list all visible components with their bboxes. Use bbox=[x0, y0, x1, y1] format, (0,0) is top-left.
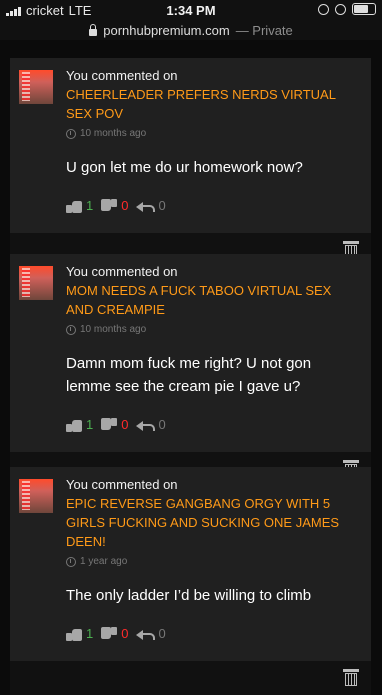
time-text: 10 months ago bbox=[80, 324, 147, 335]
video-title-link[interactable]: CHEERLEADER PREFERS NERDS VIRTUAL SEX PO… bbox=[66, 85, 356, 123]
comment-text: Damn mom fuck me right? U not gon lemme … bbox=[66, 355, 312, 395]
reply-count: 0 bbox=[158, 417, 166, 432]
browser-url-bar[interactable]: pornhubpremium.com — Private bbox=[0, 20, 382, 40]
clock-icon bbox=[66, 556, 76, 567]
comment-time: 1 year ago bbox=[66, 556, 371, 567]
comment-card-1: You commented on CHEERLEADER PREFERS NER… bbox=[10, 58, 371, 267]
reply-count: 0 bbox=[158, 198, 166, 213]
commented-label: You commented on bbox=[66, 477, 178, 492]
comment-card-3: You commented on EPIC REVERSE GANGBANG O… bbox=[10, 467, 371, 695]
status-icons bbox=[318, 3, 376, 15]
like-button[interactable]: 1 bbox=[66, 198, 93, 213]
card-footer bbox=[10, 661, 371, 695]
battery-icon bbox=[352, 3, 376, 15]
like-button[interactable]: 1 bbox=[66, 626, 93, 641]
dislike-count: 0 bbox=[121, 626, 129, 641]
reply-icon bbox=[136, 628, 156, 640]
comment-card-2: You commented on MOM NEEDS A FUCK TABOO … bbox=[10, 254, 371, 486]
video-thumbnail[interactable] bbox=[19, 266, 53, 300]
dislike-button[interactable]: 0 bbox=[101, 198, 128, 213]
card-header: You commented on CHEERLEADER PREFERS NER… bbox=[10, 58, 371, 213]
dislike-count: 0 bbox=[121, 198, 129, 213]
time-text: 1 year ago bbox=[80, 556, 128, 567]
clock-icon bbox=[66, 128, 76, 139]
reply-icon bbox=[136, 200, 156, 212]
video-title-link[interactable]: MOM NEEDS A FUCK TABOO VIRTUAL SEX AND C… bbox=[66, 281, 356, 319]
lock-icon bbox=[89, 23, 98, 36]
thumbs-up-icon bbox=[66, 627, 82, 641]
rotation-lock-icon bbox=[318, 3, 329, 15]
thumbs-up-icon bbox=[66, 418, 82, 432]
like-count: 1 bbox=[86, 198, 94, 213]
url-text: pornhubpremium.com bbox=[103, 22, 230, 38]
time-text: 10 months ago bbox=[80, 128, 147, 139]
reply-count: 0 bbox=[158, 626, 166, 641]
commented-label: You commented on bbox=[66, 68, 178, 83]
headphones-icon bbox=[335, 3, 346, 15]
video-title-link[interactable]: EPIC REVERSE GANGBANG ORGY WITH 5 GIRLS … bbox=[66, 494, 356, 551]
status-bar: cricket LTE 1:34 PM bbox=[0, 0, 382, 20]
video-thumbnail[interactable] bbox=[19, 70, 53, 104]
video-thumbnail[interactable] bbox=[19, 479, 53, 513]
like-count: 1 bbox=[86, 417, 94, 432]
thumbs-down-icon bbox=[101, 418, 117, 432]
comment-actions: 1 0 0 bbox=[66, 626, 371, 641]
reply-button[interactable]: 0 bbox=[136, 626, 166, 641]
thumbs-down-icon bbox=[101, 627, 117, 641]
private-label: — Private bbox=[235, 22, 293, 38]
thumbs-down-icon bbox=[101, 199, 117, 213]
like-count: 1 bbox=[86, 626, 94, 641]
card-header: You commented on MOM NEEDS A FUCK TABOO … bbox=[10, 254, 371, 432]
like-button[interactable]: 1 bbox=[66, 417, 93, 432]
dislike-button[interactable]: 0 bbox=[101, 417, 128, 432]
thumbs-up-icon bbox=[66, 199, 82, 213]
reply-button[interactable]: 0 bbox=[136, 417, 166, 432]
comment-actions: 1 0 0 bbox=[66, 417, 371, 432]
comment-time: 10 months ago bbox=[66, 128, 371, 139]
dislike-button[interactable]: 0 bbox=[101, 626, 128, 641]
clock-icon bbox=[66, 324, 76, 335]
trash-icon[interactable] bbox=[343, 669, 359, 687]
comment-time: 10 months ago bbox=[66, 324, 371, 335]
commented-label: You commented on bbox=[66, 264, 178, 279]
card-header: You commented on EPIC REVERSE GANGBANG O… bbox=[10, 467, 371, 641]
reply-icon bbox=[136, 419, 156, 431]
dislike-count: 0 bbox=[121, 417, 129, 432]
reply-button[interactable]: 0 bbox=[136, 198, 166, 213]
comment-actions: 1 0 0 bbox=[66, 198, 371, 213]
comment-text: The only ladder I’d be willing to climb bbox=[66, 587, 312, 604]
comment-text: U gon let me do ur homework now? bbox=[66, 159, 303, 176]
